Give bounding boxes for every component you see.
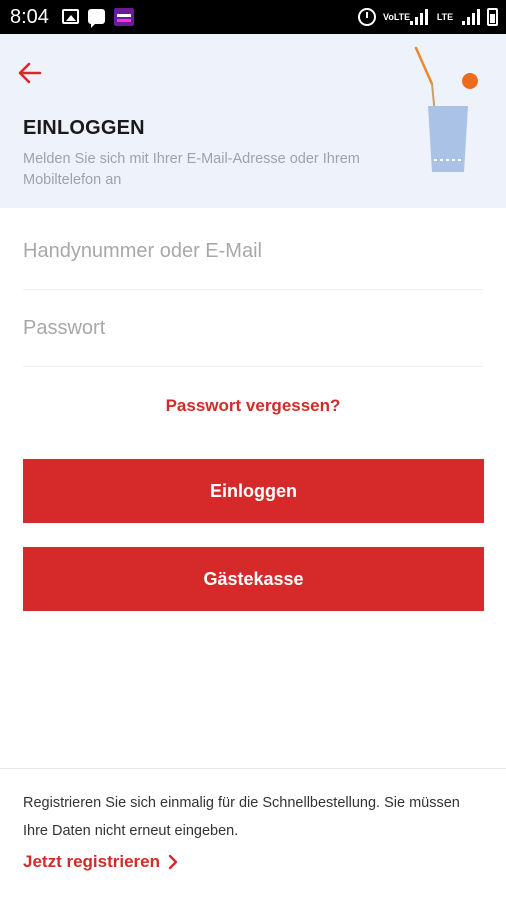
volte-indicator: VoLTE (383, 12, 411, 22)
login-header: EINLOGGEN Melden Sie sich mit Ihrer E-Ma… (0, 34, 506, 208)
status-bar: 8:04 VoLTE LTE (0, 0, 506, 34)
register-info-text: Registrieren Sie sich einmalig für die S… (23, 795, 460, 839)
back-button[interactable] (16, 59, 52, 91)
app-notification-icon (114, 8, 134, 26)
login-button[interactable]: Einloggen (23, 459, 484, 523)
register-link-label: Jetzt registrieren (23, 852, 160, 871)
page-title: EINLOGGEN (23, 117, 145, 139)
register-link[interactable]: Jetzt registrieren (23, 852, 178, 872)
lte-indicator: LTE (436, 12, 454, 22)
drink-glass-illustration (414, 46, 478, 172)
status-icons: VoLTE LTE (358, 7, 498, 27)
phone-email-input[interactable] (23, 214, 483, 289)
signal-icon (410, 9, 428, 25)
signal-icon (462, 9, 480, 25)
arrow-left-icon (18, 62, 42, 84)
phone-email-field[interactable] (23, 214, 483, 290)
gallery-icon (62, 9, 79, 24)
status-time: 8:04 (10, 6, 49, 28)
message-icon (88, 9, 105, 28)
chevron-right-icon (168, 854, 178, 870)
alarm-icon (358, 8, 376, 26)
page-subtitle: Melden Sie sich mit Ihrer E-Mail-Adresse… (23, 151, 360, 188)
forgot-password-link[interactable]: Passwort vergessen? (0, 396, 506, 416)
password-input[interactable] (23, 291, 483, 366)
battery-icon (487, 8, 498, 26)
guest-checkout-button[interactable]: Gästekasse (23, 547, 484, 611)
password-field[interactable] (23, 291, 483, 367)
register-footer: Registrieren Sie sich einmalig für die S… (0, 768, 506, 900)
